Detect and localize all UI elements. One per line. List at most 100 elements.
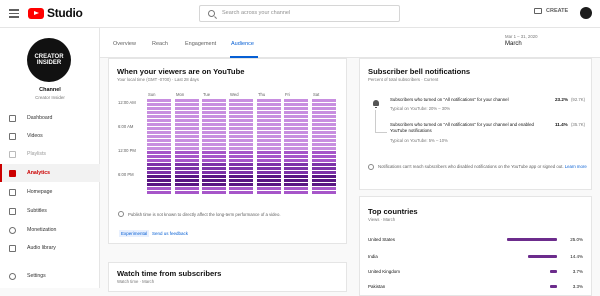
heatmap-cell xyxy=(229,119,253,122)
heatmap-cell xyxy=(257,123,281,126)
heatmap-cell xyxy=(147,187,171,190)
heatmap-cell xyxy=(229,111,253,114)
heatmap-cell xyxy=(284,135,308,138)
learn-more-link[interactable]: Learn more xyxy=(565,164,587,169)
heatmap-column-mon xyxy=(175,99,199,195)
search-input[interactable]: Search across your channel xyxy=(199,5,400,22)
heatmap-cell xyxy=(257,135,281,138)
heatmap-column-sat xyxy=(312,99,336,195)
heatmap-cell xyxy=(175,179,199,182)
heatmap-cell xyxy=(312,163,336,166)
sidebar-item-videos[interactable]: Videos xyxy=(0,127,100,145)
heatmap-cell xyxy=(202,147,226,150)
bell-note-text: Notifications can't reach subscribers wh… xyxy=(378,164,564,169)
time-label-12am: 12:00 AM xyxy=(118,100,136,105)
menu-icon[interactable] xyxy=(9,9,19,18)
heatmap-cell xyxy=(147,147,171,150)
heatmap-cell xyxy=(147,179,171,182)
heatmap-cell xyxy=(202,107,226,110)
day-label-fri: Fri xyxy=(285,92,290,97)
heatmap-cell xyxy=(257,147,281,150)
studio-logo[interactable]: Studio xyxy=(28,6,83,20)
heatmap-cell xyxy=(147,143,171,146)
heatmap-cell xyxy=(312,119,336,122)
time-label-6am: 6:00 AM xyxy=(118,124,134,129)
heatmap-column-sun xyxy=(147,99,171,195)
date-range-selector[interactable]: March xyxy=(505,41,522,47)
heatmap-cell xyxy=(147,107,171,110)
heatmap-cell xyxy=(175,135,199,138)
country-bar xyxy=(528,255,557,258)
sidebar-item-dashboard[interactable]: Dashboard xyxy=(0,109,100,127)
send-feedback-link[interactable]: Send us feedback xyxy=(152,231,188,236)
heatmap-cell xyxy=(257,107,281,110)
heatmap-cell xyxy=(284,183,308,186)
sidebar-item-settings[interactable]: Settings xyxy=(0,267,100,285)
bell-row2-count: (35.7K) xyxy=(571,122,586,127)
sidebar-item-monetization[interactable]: Monetization xyxy=(0,221,100,239)
tab-audience[interactable]: Audience xyxy=(231,41,254,47)
bell-card-title: Subscriber bell notifications xyxy=(368,67,471,76)
heatmap-cell xyxy=(284,143,308,146)
bell-row2-percent: 11.4% xyxy=(555,122,568,127)
countries-card-subtitle: Views · March xyxy=(368,217,396,222)
sidebar-item-homepage[interactable]: Homepage xyxy=(0,183,100,201)
sidebar-item-playlists[interactable]: Playlists xyxy=(0,145,100,163)
tab-engagement[interactable]: Engagement xyxy=(185,41,216,47)
bell-icon xyxy=(372,100,380,108)
bell-row1-typical: Typical on YouTube: 20% – 30% xyxy=(390,106,451,111)
heatmap-cell xyxy=(175,127,199,130)
heatmap-column-thu xyxy=(257,99,281,195)
heatmap-cell xyxy=(175,163,199,166)
heatmap-cell xyxy=(284,171,308,174)
heatmap-cell xyxy=(202,139,226,142)
country-percent: 3.7% xyxy=(572,269,583,274)
heatmap-cell xyxy=(147,119,171,122)
heatmap-cell xyxy=(202,155,226,158)
date-range-dates: Mar 1 – 31, 2020 xyxy=(505,34,538,39)
heatmap-cell xyxy=(147,167,171,170)
sidebar-item-label: Dashboard xyxy=(27,115,53,121)
tree-connector xyxy=(375,132,387,133)
sidebar-item-label: Monetization xyxy=(27,227,57,233)
sidebar-item-label: Subtitles xyxy=(27,208,47,214)
heatmap-cell xyxy=(257,179,281,182)
heatmap-cell xyxy=(284,115,308,118)
account-avatar[interactable] xyxy=(580,7,592,19)
heatmap-cell xyxy=(202,111,226,114)
sidebar-item-analytics[interactable]: Analytics xyxy=(0,164,100,182)
heatmap-cell xyxy=(147,131,171,134)
heatmap-cell xyxy=(312,171,336,174)
heatmap-cell xyxy=(175,183,199,186)
bell-row1-count: (92.7K) xyxy=(571,97,586,102)
heatmap-cell xyxy=(312,127,336,130)
heatmap-cell xyxy=(175,103,199,106)
heatmap-cell xyxy=(202,151,226,154)
heatmap-cell xyxy=(229,131,253,134)
heatmap-cell xyxy=(312,179,336,182)
top-countries-card: Top countries Views · March xyxy=(359,196,592,296)
heatmap-cell xyxy=(202,143,226,146)
heatmap-cell xyxy=(175,155,199,158)
heatmap-cell xyxy=(284,167,308,170)
heatmap-cell xyxy=(257,111,281,114)
channel-name[interactable]: Creator Insider xyxy=(0,95,100,100)
day-label-thu: Thu xyxy=(258,92,266,97)
sidebar-item-audio-library[interactable]: Audio library xyxy=(0,239,100,257)
tab-overview[interactable]: Overview xyxy=(113,41,136,47)
create-button[interactable]: CREATE xyxy=(534,8,568,14)
heatmap-cell xyxy=(257,139,281,142)
heatmap-cell xyxy=(312,143,336,146)
watch-card-subtitle: Watch time · March xyxy=(117,279,155,284)
sidebar-item-subtitles[interactable]: Subtitles xyxy=(0,202,100,220)
channel-avatar[interactable]: CREATOR INSIDER xyxy=(27,38,71,82)
heatmap-cell xyxy=(229,191,253,194)
heatmap-cell xyxy=(147,155,171,158)
heatmap-cell xyxy=(202,183,226,186)
heatmap-cell xyxy=(175,191,199,194)
heatmap-cell xyxy=(175,123,199,126)
heatmap-cell xyxy=(257,115,281,118)
tab-reach[interactable]: Reach xyxy=(152,41,168,47)
country-name: India xyxy=(368,254,378,259)
sidebar-item-label: Playlists xyxy=(27,151,47,157)
